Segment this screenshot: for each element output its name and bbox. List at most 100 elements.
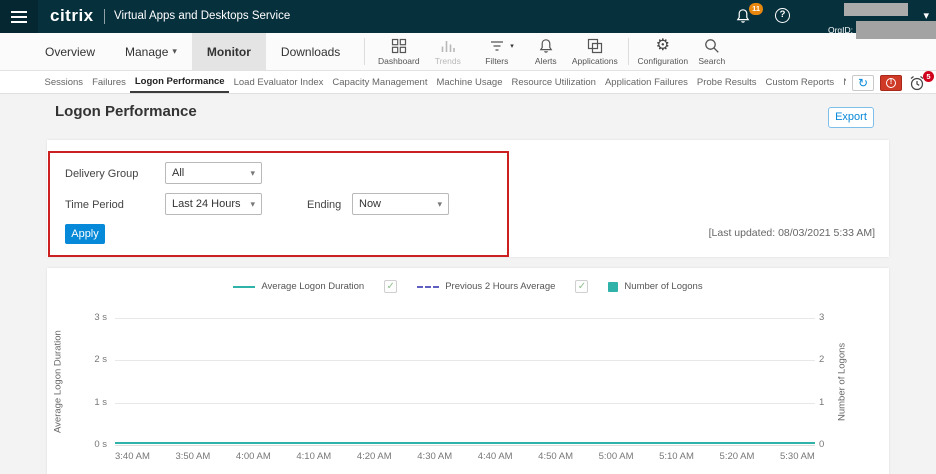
apply-button[interactable]: Apply [65,224,105,244]
nav-item-monitor[interactable]: Monitor [192,33,266,70]
y-axis-label-left: Average Logon Duration [51,318,65,446]
x-tick-label: 5:10 AM [659,451,694,462]
nav-item-downloads[interactable]: Downloads [266,33,355,70]
nav-divider [364,38,365,65]
help-button[interactable]: ? [775,8,790,23]
tab-capacity-management[interactable]: Capacity Management [328,71,432,93]
gridline [115,403,815,404]
tab-application-failures[interactable]: Application Failures [600,71,692,93]
y-tick-right: 1 [819,397,849,408]
applications-icon [586,37,604,55]
alarm-alerts-button[interactable]: 5 [908,74,928,92]
y-tick-left: 2 s [65,354,107,365]
notifications-button[interactable]: 11 [734,7,754,27]
gridline [115,318,815,319]
tab-probe-results[interactable]: Probe Results [692,71,761,93]
tab-resource-utilization[interactable]: Resource Utilization [507,71,600,93]
applications-button[interactable]: Applications [570,33,619,70]
hamburger-menu-icon[interactable] [0,0,38,33]
trends-icon [439,37,457,55]
legend-item-previous-2-hours[interactable]: Previous 2 Hours Average [417,281,555,292]
topbar-divider [104,9,105,24]
y-axis-label-right: Number of Logons [835,318,849,446]
tab-machine-usage[interactable]: Machine Usage [432,71,507,93]
tab-custom-reports[interactable]: Custom Reports [761,71,839,93]
page-title: Logon Performance [55,103,197,120]
chevron-down-icon: ▾ [437,199,442,210]
question-icon: ? [780,9,786,20]
export-button[interactable]: Export [828,107,874,128]
x-tick-label: 4:10 AM [296,451,331,462]
dashboard-button[interactable]: Dashboard [374,33,423,70]
x-tick-label: 5:20 AM [720,451,755,462]
configuration-button[interactable]: ⚙ Configuration [638,33,687,70]
tab-sessions[interactable]: Sessions [40,71,88,93]
tab-logon-performance[interactable]: Logon Performance [130,71,229,93]
legend-checkbox-previous[interactable]: ✓ [575,280,588,293]
refresh-button[interactable]: ↻ [852,75,874,91]
delivery-group-value: All [172,167,184,179]
last-updated-text: [Last updated: 08/03/2021 5:33 AM] [709,227,875,239]
gear-icon: ⚙ [656,37,670,55]
dashed-line-swatch-icon [417,286,439,288]
legend-checkbox-average[interactable]: ✓ [384,280,397,293]
plot-area [115,318,815,446]
legend-item-average-logon-duration[interactable]: Average Logon Duration [233,281,364,292]
citrix-logo: citrix [50,6,94,26]
chart-legend: Average Logon Duration ✓ Previous 2 Hour… [47,280,889,293]
alerts-button[interactable]: Alerts [521,33,570,70]
y-tick-left: 0 s [65,439,107,450]
dashboard-icon [390,37,408,55]
x-tick-label: 4:00 AM [236,451,271,462]
search-button[interactable]: Search [687,33,736,70]
nav-divider [628,38,629,65]
ending-value: Now [359,198,381,210]
subnav-actions: ↻ ! 5 [846,74,928,92]
product-title: Virtual Apps and Desktops Service [114,10,290,22]
nav-item-overview[interactable]: Overview [30,33,110,70]
time-period-select[interactable]: Last 24 Hours ▾ [165,193,262,215]
x-tick-label: 4:40 AM [478,451,513,462]
delivery-group-label: Delivery Group [65,168,138,180]
logon-performance-chart-panel: Average Logon Duration ✓ Previous 2 Hour… [47,268,889,474]
error-alert-button[interactable]: ! [880,75,902,91]
monitor-sub-nav: Sessions Failures Logon Performance Load… [0,71,936,94]
filter-panel: Delivery Group All ▾ Time Period Last 24… [47,140,889,257]
y-tick-right: 3 [819,312,849,323]
nav-item-manage[interactable]: Manage▾ [110,33,192,70]
y-tick-left: 1 s [65,397,107,408]
chevron-down-icon: ▾ [250,199,255,210]
square-swatch-icon [608,282,618,292]
y-tick-right: 0 [819,439,849,450]
alarm-count-badge: 5 [923,71,934,82]
check-icon: ✓ [387,282,395,292]
x-tick-label: 4:50 AM [538,451,573,462]
gridline [115,445,815,446]
top-bar: citrix Virtual Apps and Desktops Service… [0,0,936,33]
filters-chevron-down-icon: ▾ [510,42,514,50]
ending-select[interactable]: Now ▾ [352,193,449,215]
ending-label: Ending [307,199,341,211]
y-tick-left: 3 s [65,312,107,323]
time-period-label: Time Period [65,199,124,211]
solid-line-swatch-icon [233,286,255,288]
tab-load-evaluator-index[interactable]: Load Evaluator Index [229,71,328,93]
redacted-account-box [844,3,908,16]
search-icon [703,37,721,55]
delivery-group-select[interactable]: All ▾ [165,162,262,184]
x-tick-label: 4:20 AM [357,451,392,462]
citrix-monitor-console: citrix Virtual Apps and Desktops Service… [0,0,936,474]
legend-item-number-of-logons[interactable]: Number of Logons [608,281,702,292]
filters-button[interactable]: ▾ Filters [472,33,521,70]
trends-button[interactable]: Trends [423,33,472,70]
org-id-row: OrgID: [828,21,936,39]
refresh-icon: ↻ [858,76,868,90]
tab-failures[interactable]: Failures [88,71,131,93]
main-nav: Overview Manage▾ Monitor Downloads Dashb… [0,33,936,71]
x-axis-labels: 3:40 AM 3:50 AM 4:00 AM 4:10 AM 4:20 AM … [115,451,815,462]
org-id-label: OrgID: [828,25,853,35]
time-period-value: Last 24 Hours [172,198,240,210]
x-tick-label: 5:00 AM [599,451,634,462]
x-tick-label: 4:30 AM [417,451,452,462]
gridline [115,360,815,361]
